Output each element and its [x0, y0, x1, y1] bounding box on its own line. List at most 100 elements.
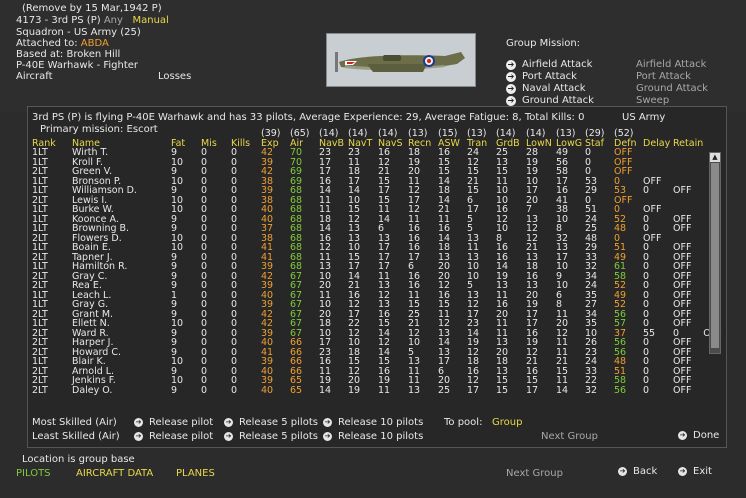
- cell-retain: Retain: [673, 137, 704, 149]
- service-label: US Army: [622, 112, 666, 123]
- attached-value[interactable]: ABDA: [81, 38, 109, 49]
- most-release-10-button[interactable]: ➔ Release 10 pilots: [323, 417, 423, 428]
- any-label[interactable]: Any: [104, 15, 123, 26]
- losses-label: Losses: [158, 71, 192, 82]
- planes-tab[interactable]: PLANES: [176, 468, 215, 479]
- cell-grdb: 15: [496, 384, 509, 396]
- mission-value: Airfield Attack: [636, 59, 707, 70]
- squadron-line: Squadron - US Army (25): [16, 27, 141, 38]
- least-skilled-label: Least Skilled (Air): [32, 431, 120, 442]
- button-label: Exit: [693, 466, 712, 477]
- mission-value: Sweep: [636, 95, 670, 106]
- mission-row-ground[interactable]: ➔ Ground Attack: [506, 95, 594, 106]
- cell-asw: 25: [438, 384, 451, 396]
- arrow-icon: ➔: [506, 60, 516, 70]
- aircraft-image: [326, 33, 476, 87]
- cell-navb: 14: [319, 384, 332, 396]
- arrow-icon: ➔: [506, 84, 516, 94]
- mission-label: Port Attack: [522, 71, 577, 82]
- squadron-header: (Remove by 15 Mar,1942 P) 4173 - 3rd PS …: [0, 0, 746, 112]
- arrow-icon: ➔: [506, 72, 516, 82]
- cell-defn: 56: [614, 384, 627, 396]
- pilot-roster-panel: 3rd PS (P) is flying P-40E Warhawk and h…: [27, 106, 727, 448]
- location-status: Location is group base: [22, 454, 135, 465]
- least-release-5-button[interactable]: ➔ Release 5 pilots: [224, 431, 318, 442]
- cell-name: Daley O.: [72, 384, 113, 396]
- exit-button[interactable]: ➔ Exit: [678, 466, 712, 477]
- pilots-tab[interactable]: PILOTS: [16, 468, 51, 479]
- most-release-5-button[interactable]: ➔ Release 5 pilots: [224, 417, 318, 428]
- button-label: Release 5 pilots: [239, 431, 318, 442]
- button-label: Release pilot: [149, 417, 214, 428]
- button-label: Release pilot: [149, 431, 214, 442]
- done-button[interactable]: ➔ Done: [678, 430, 719, 441]
- arrow-icon: ➔: [323, 431, 332, 441]
- cell-staf: 32: [585, 384, 598, 396]
- mission-label: Airfield Attack: [522, 59, 593, 70]
- scroll-thumb[interactable]: [711, 163, 719, 348]
- attached-prefix: Attached to:: [16, 38, 78, 49]
- roster-summary: 3rd PS (P) is flying P-40E Warhawk and h…: [32, 112, 585, 123]
- cell-tran: 17: [467, 384, 480, 396]
- cell-lown: 17: [526, 384, 539, 396]
- arrow-icon: ➔: [506, 96, 516, 106]
- based-at: Based at: Broken Hill: [16, 49, 121, 60]
- back-button[interactable]: ➔ Back: [618, 466, 657, 477]
- button-label: Done: [693, 430, 720, 441]
- next-group-panel-button[interactable]: Next Group: [541, 431, 598, 442]
- table-row[interactable]: 2LT Daley O. 9 0 0 40 65 14 19 11 13 25 17 15 17 14 32 56…: [32, 384, 722, 396]
- cell-delay: 0: [643, 185, 650, 196]
- cell-fat: 9: [171, 384, 178, 396]
- button-label: Back: [633, 466, 658, 477]
- least-release-10-button[interactable]: ➔ Release 10 pilots: [323, 431, 423, 442]
- cell-mis: 0: [201, 384, 208, 396]
- cell-air: 65: [290, 384, 303, 396]
- cell-retain: OFF: [673, 384, 692, 396]
- cell-delay: Delay: [643, 137, 671, 149]
- arrow-icon: ➔: [323, 417, 332, 427]
- arrow-icon: ➔: [618, 466, 627, 476]
- bottom-bar: Location is group base PILOTS AIRCRAFT D…: [0, 450, 746, 498]
- aircraft-type[interactable]: P-40E Warhawk - Fighter: [16, 60, 138, 71]
- button-label: Release 5 pilots: [239, 417, 318, 428]
- mission-label: Naval Attack: [522, 83, 586, 94]
- aircraft-label: Aircraft: [16, 71, 53, 82]
- cell-recn: 13: [408, 384, 421, 396]
- scroll-up-icon[interactable]: ▲: [710, 153, 720, 162]
- manual-label[interactable]: Manual: [132, 15, 168, 26]
- squadron-id-line: 4173 - 3rd PS (P) Any Manual: [16, 15, 169, 26]
- arrow-icon: ➔: [134, 417, 143, 427]
- mission-value: Ground Attack: [636, 83, 708, 94]
- next-group-button[interactable]: Next Group: [506, 468, 563, 479]
- mission-value: Port Attack: [636, 71, 691, 82]
- arrow-icon: ➔: [134, 431, 143, 441]
- mission-row-airfield[interactable]: ➔ Airfield Attack: [506, 59, 592, 70]
- mission-row-naval[interactable]: ➔ Naval Attack: [506, 83, 586, 94]
- arrow-icon: ➔: [224, 417, 233, 427]
- aircraft-data-tab[interactable]: AIRCRAFT DATA: [76, 468, 153, 479]
- attached-line: Attached to: ABDA: [16, 38, 109, 49]
- remove-date: (Remove by 15 Mar,1942 P): [22, 3, 162, 14]
- to-pool-value[interactable]: Group: [492, 417, 522, 428]
- button-label: Release 10 pilots: [338, 431, 424, 442]
- cell-lowg: 14: [556, 384, 569, 396]
- cell-exp: 40: [261, 384, 274, 396]
- least-release-pilot-button[interactable]: ➔ Release pilot: [134, 431, 213, 442]
- cell-rank: 2LT: [32, 384, 48, 396]
- cell-kills: 0: [231, 384, 238, 396]
- squadron-id: 4173 - 3rd PS (P): [16, 15, 101, 26]
- arrow-icon: ➔: [224, 431, 233, 441]
- arrow-icon: ➔: [678, 466, 687, 476]
- group-mission-title: Group Mission:: [506, 38, 581, 49]
- cell-retain: OFF: [673, 223, 692, 234]
- most-release-pilot-button[interactable]: ➔ Release pilot: [134, 417, 213, 428]
- arrow-icon: ➔: [678, 430, 687, 440]
- mission-row-port[interactable]: ➔ Port Attack: [506, 71, 577, 82]
- cell-navs: 11: [378, 384, 391, 396]
- button-label: Release 10 pilots: [338, 417, 424, 428]
- mission-label: Ground Attack: [522, 95, 594, 106]
- cell-delay: 0: [643, 384, 650, 396]
- roster-scrollbar[interactable]: ▲: [709, 152, 721, 354]
- cell-retain: OFF: [673, 185, 692, 196]
- most-skilled-label: Most Skilled (Air): [32, 417, 117, 428]
